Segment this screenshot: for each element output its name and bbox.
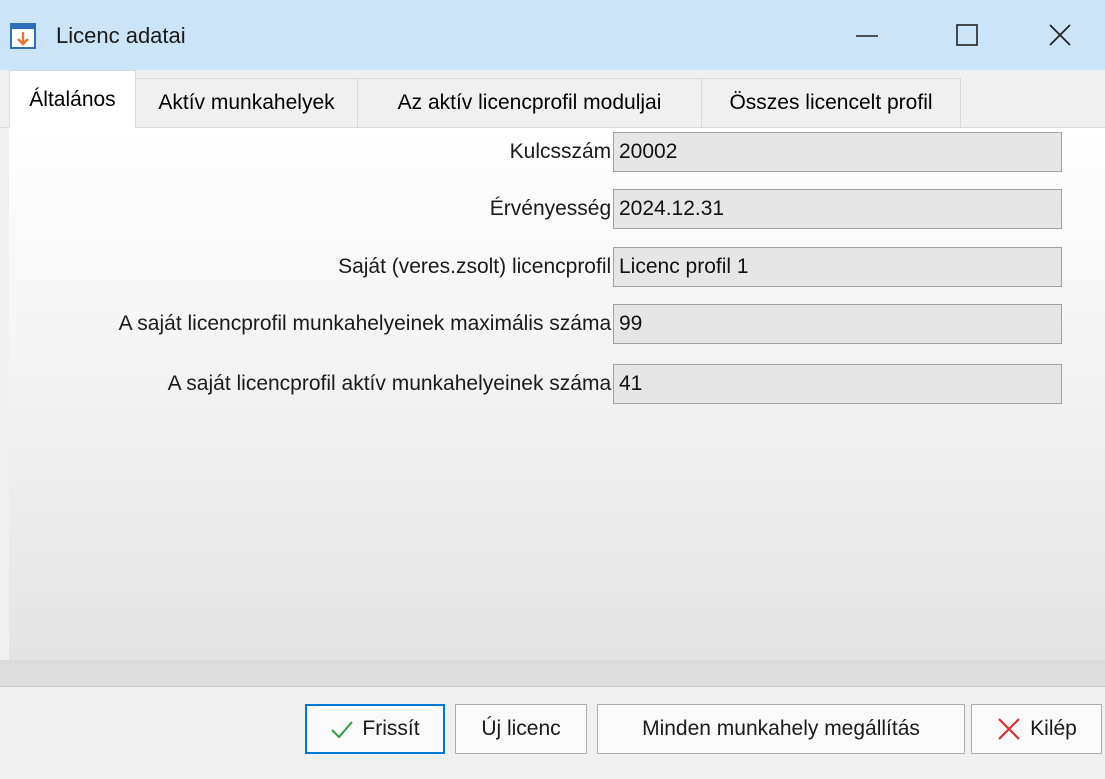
validity-label: Érvényesség: (489, 197, 617, 220)
validity-field[interactable]: 2024.12.31 (613, 189, 1062, 229)
key-number-row: Kulcsszám: 20002 (9, 132, 1105, 172)
max-workplaces-field[interactable]: 99 (613, 304, 1062, 344)
quit-button[interactable]: Kilép (971, 704, 1102, 754)
refresh-button[interactable]: Frissít (305, 704, 445, 754)
own-license-profile-label: Saját (veres.zsolt) licencprofil: (338, 255, 617, 278)
refresh-button-label: Frissít (362, 717, 420, 740)
new-license-button[interactable]: Új licenc (455, 704, 587, 754)
stop-all-workplaces-button[interactable]: Minden munkahely megállítás (597, 704, 965, 754)
app-window-icon (9, 22, 37, 50)
title-bar[interactable]: Licenc adatai (0, 0, 1105, 70)
tab-active-workplaces[interactable]: Aktív munkahelyek (135, 78, 358, 127)
quit-button-label: Kilép (1030, 717, 1077, 740)
own-license-profile-field[interactable]: Licenc profil 1 (613, 247, 1062, 287)
active-workplaces-count-row: A saját licencprofil aktív munkahelyeine… (9, 364, 1105, 404)
maximize-icon (956, 24, 978, 46)
key-number-field[interactable]: 20002 (613, 132, 1062, 172)
validity-row: Érvényesség: 2024.12.31 (9, 189, 1105, 229)
max-workplaces-label: A saját licencprofil munkahelyeinek maxi… (118, 312, 617, 335)
tab-general[interactable]: Általános (9, 70, 136, 128)
panel-separator (0, 660, 1105, 686)
tab-all-licensed-profiles[interactable]: Összes licencelt profil (701, 78, 961, 127)
close-icon (1049, 24, 1071, 46)
own-license-profile-row: Saját (veres.zsolt) licencprofil: Licenc… (9, 247, 1105, 287)
close-button[interactable] (1015, 0, 1105, 70)
stop-all-workplaces-button-label: Minden munkahely megállítás (642, 717, 920, 740)
general-tab-panel: Kulcsszám: 20002 Érvényesség: 2024.12.31… (9, 128, 1105, 660)
red-x-icon (998, 718, 1020, 740)
key-number-label: Kulcsszám: (509, 140, 617, 163)
new-license-button-label: Új licenc (481, 717, 561, 740)
tab-active-profile-modules[interactable]: Az aktív licencprofil moduljai (357, 78, 702, 127)
max-workplaces-row: A saját licencprofil munkahelyeinek maxi… (9, 304, 1105, 344)
minimize-button[interactable] (822, 0, 912, 70)
window-title: Licenc adatai (56, 23, 186, 48)
minimize-icon (856, 35, 878, 37)
active-workplaces-count-label: A saját licencprofil aktív munkahelyeine… (167, 372, 617, 395)
maximize-button[interactable] (922, 0, 1012, 70)
checkmark-icon (331, 721, 354, 739)
active-workplaces-count-field[interactable]: 41 (613, 364, 1062, 404)
